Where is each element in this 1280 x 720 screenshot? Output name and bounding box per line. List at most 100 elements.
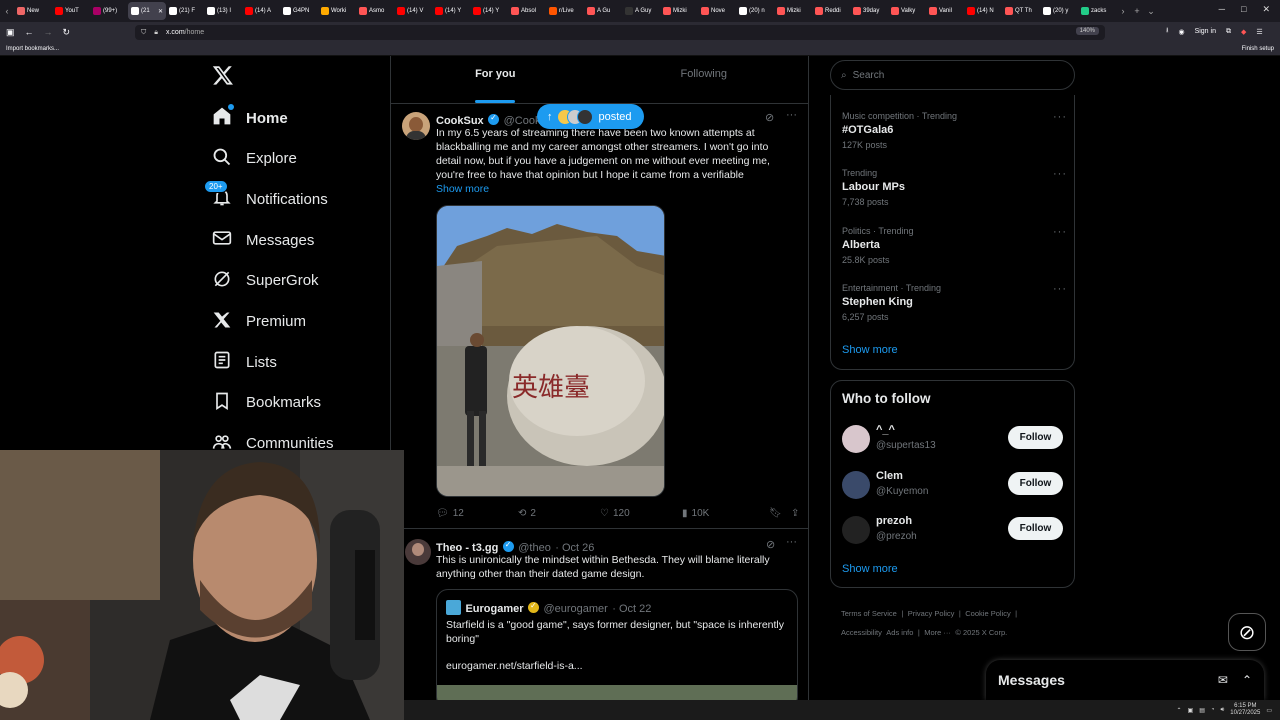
follow-suggestion[interactable]: prezoh @prezoh Follow: [842, 514, 1064, 546]
url-bar[interactable]: ⛉ 🔒︎ x.com/home 140%: [135, 25, 1105, 40]
follow-show-more[interactable]: Show more: [842, 563, 898, 575]
sidebar-item-lists[interactable]: Lists: [212, 350, 277, 374]
tab-close-icon[interactable]: ✕: [158, 8, 163, 15]
share-button[interactable]: ⇪: [791, 508, 799, 519]
search-input[interactable]: ⌕ Search: [830, 60, 1075, 90]
browser-tab[interactable]: Vanil: [926, 2, 964, 20]
browser-tab[interactable]: Worki: [318, 2, 356, 20]
sidebar-item-notifications[interactable]: 20+ Notifications: [204, 180, 328, 211]
compose-message-icon[interactable]: ✉: [1218, 673, 1228, 687]
browser-tab[interactable]: Mizki: [774, 2, 812, 20]
notifications-tray-icon[interactable]: ▭: [1266, 707, 1272, 714]
browser-tab[interactable]: zacks: [1078, 2, 1116, 20]
tab-scroll-left-icon[interactable]: ‹: [0, 6, 14, 16]
more-icon[interactable]: ···: [1053, 168, 1067, 180]
lock-icon[interactable]: 🔒︎: [154, 29, 158, 37]
more-icon[interactable]: ···: [1053, 111, 1067, 123]
quote-link[interactable]: eurogamer.net/starfield-is-a...: [446, 659, 796, 673]
close-icon[interactable]: ✕: [1262, 4, 1270, 15]
browser-tab[interactable]: A Guy: [622, 2, 660, 20]
trend-item[interactable]: Entertainment · Trending Stephen King 6,25…: [842, 283, 1067, 322]
suggestion-name[interactable]: Clem: [876, 470, 903, 482]
tray-app-icon[interactable]: ▣: [1188, 707, 1194, 714]
follow-suggestion[interactable]: ^_^ @supertas13 Follow: [842, 423, 1064, 455]
browser-tab[interactable]: New: [14, 2, 52, 20]
grok-icon[interactable]: ⊘: [766, 538, 775, 551]
more-icon[interactable]: ···: [1053, 283, 1067, 295]
avatar[interactable]: [842, 516, 870, 545]
sign-in-link[interactable]: Sign in: [1195, 28, 1216, 35]
browser-tab[interactable]: A Gu: [584, 2, 622, 20]
sidebar-toggle-icon[interactable]: ▣: [6, 27, 15, 38]
url-text[interactable]: x.com/home: [166, 29, 204, 36]
browser-tab[interactable]: (13) I: [204, 2, 242, 20]
repost-button[interactable]: ⟲ 2: [518, 508, 600, 519]
suggestion-handle[interactable]: @prezoh: [876, 531, 917, 542]
browser-tab[interactable]: YouT: [52, 2, 90, 20]
mozilla-icon[interactable]: ◆: [1241, 28, 1246, 36]
bookmark-button[interactable]: 🔖︎: [769, 508, 791, 519]
menu-icon[interactable]: ☰: [1256, 28, 1262, 36]
finish-setup-link[interactable]: Finish setup: [1242, 46, 1274, 52]
browser-tab[interactable]: 39day: [850, 2, 888, 20]
follow-button[interactable]: Follow: [1008, 517, 1063, 541]
browser-tab[interactable]: (14) Y: [432, 2, 470, 20]
trend-item[interactable]: Trending Labour MPs 7,738 posts ···: [842, 168, 1067, 207]
terms-link[interactable]: Terms of Service: [841, 609, 897, 618]
back-icon[interactable]: ←: [25, 27, 34, 37]
tweet[interactable]: Theo - t3.gg @theo · Oct 26 ⊘ ··· This i…: [391, 530, 808, 700]
browser-tab[interactable]: (14) N: [964, 2, 1002, 20]
reload-icon[interactable]: ↻: [63, 27, 71, 38]
more-icon[interactable]: ···: [786, 109, 797, 121]
sidebar-item-premium[interactable]: Premium: [212, 310, 306, 334]
avatar[interactable]: [842, 470, 870, 499]
browser-tab[interactable]: QT Th: [1002, 2, 1040, 20]
account-icon[interactable]: ◉: [1178, 28, 1184, 36]
views-button[interactable]: ▮ 10K: [682, 508, 769, 519]
avatar[interactable]: [402, 112, 430, 140]
more-icon[interactable]: ···: [1053, 226, 1067, 238]
grok-floating-button[interactable]: ⊘: [1228, 613, 1266, 651]
browser-tab[interactable]: (20) n: [736, 2, 774, 20]
tweet[interactable]: CookSux @Cook ⊘ ··· In my 6.5 years of s…: [391, 105, 808, 529]
sidebar-item-bookmarks[interactable]: Bookmarks: [212, 391, 321, 415]
cookie-link[interactable]: Cookie Policy: [965, 609, 1010, 618]
sidebar-item-explore[interactable]: Explore: [212, 147, 297, 171]
browser-tab[interactable]: (14) Y: [470, 2, 508, 20]
shield-icon[interactable]: ⛉: [141, 29, 146, 37]
privacy-link[interactable]: Privacy Policy: [908, 609, 955, 618]
extensions-icon[interactable]: ⧉: [1226, 28, 1231, 36]
maximize-icon[interactable]: □: [1241, 4, 1246, 15]
trend-item[interactable]: Music competition · Trending #OTGala6 127K…: [842, 111, 1067, 150]
browser-tab[interactable]: (99+): [90, 2, 128, 20]
browser-tab[interactable]: G4PN: [280, 2, 318, 20]
browser-tab[interactable]: Nove: [698, 2, 736, 20]
grok-icon[interactable]: ⊘: [765, 111, 774, 124]
messages-drawer[interactable]: Messages ✉ ⌃: [986, 660, 1264, 700]
tweet-image[interactable]: 英雄臺: [436, 205, 665, 497]
download-icon[interactable]: ⭳: [1166, 26, 1168, 37]
reply-button[interactable]: 💬︎ 12: [436, 508, 518, 519]
clock[interactable]: 6:15 PM 10/27/2025: [1230, 703, 1260, 717]
x-logo[interactable]: [212, 64, 234, 91]
suggestion-handle[interactable]: @Kuyemon: [876, 486, 928, 497]
browser-tab[interactable]: (14) A: [242, 2, 280, 20]
browser-tab[interactable]: r/Live: [546, 2, 584, 20]
browser-tab[interactable]: (14) V: [394, 2, 432, 20]
show-more-link[interactable]: Show more: [436, 182, 489, 196]
follow-suggestion[interactable]: Clem @Kuyemon Follow: [842, 469, 1064, 501]
more-icon[interactable]: ···: [786, 536, 797, 548]
accessibility-link[interactable]: Accessibility: [841, 628, 882, 637]
new-tab-button[interactable]: +: [1130, 6, 1144, 16]
browser-tab[interactable]: Asmo: [356, 2, 394, 20]
tab-following[interactable]: Following: [600, 56, 809, 103]
quote-tweet[interactable]: Eurogamer @eurogamer · Oct 22 Starfield …: [436, 589, 798, 700]
browser-tab[interactable]: (21) F: [166, 2, 204, 20]
trends-show-more[interactable]: Show more: [842, 344, 898, 356]
browser-tab[interactable]: Valky: [888, 2, 926, 20]
expand-icon[interactable]: ⌃: [1242, 673, 1252, 687]
suggestion-name[interactable]: prezoh: [876, 515, 912, 527]
suggestion-handle[interactable]: @supertas13: [876, 440, 936, 451]
zoom-level[interactable]: 140%: [1075, 27, 1099, 35]
sidebar-item-home[interactable]: Home: [212, 104, 288, 130]
